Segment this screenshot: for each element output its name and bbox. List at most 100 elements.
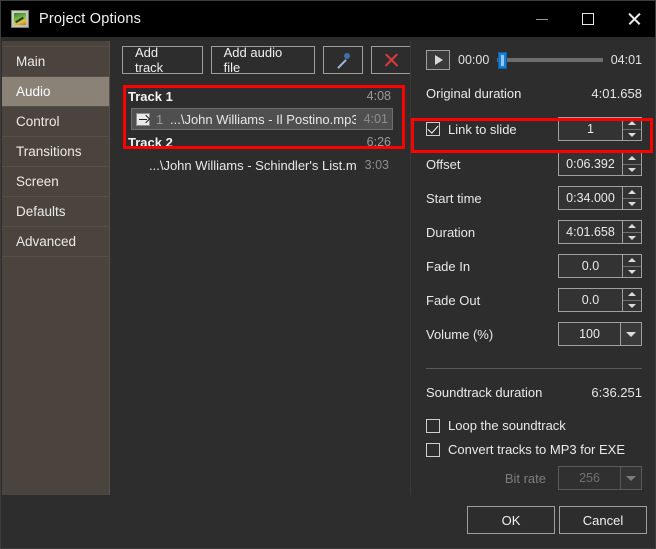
original-duration-value: 4:01.658 [591,86,642,101]
track-duration: 4:08 [366,89,391,103]
caret-up-icon [628,190,636,195]
track-item-row[interactable]: 1 ...\John Williams - Il Postino.mp3 4:0… [131,108,393,130]
volume-dropdown-button[interactable] [620,322,642,346]
fade-out-input[interactable]: 0.0 [558,288,622,312]
sidebar-item-screen[interactable]: Screen [2,167,109,197]
track-name: Track 1 [128,88,173,104]
fade-out-label: Fade Out [426,292,481,308]
sidebar-item-advanced[interactable]: Advanced [2,227,109,257]
app-icon [11,10,29,28]
ok-label: OK [501,512,521,528]
stepper-down-button[interactable] [623,165,641,176]
close-button[interactable] [611,1,655,37]
stepper-buttons[interactable] [622,152,642,176]
caret-up-icon [628,121,636,126]
offset-input[interactable]: 0:06.392 [558,152,622,176]
close-icon [627,12,641,26]
tracks-toolbar: Add track Add audio file [122,45,411,75]
voice-over-button[interactable] [323,46,363,74]
original-duration-label: Original duration [426,86,522,101]
bit-rate-value: 256 [558,466,620,490]
track-group-header[interactable]: Track 2 6:26 [122,131,399,153]
convert-tracks-checkbox[interactable] [426,442,440,457]
track-group-header[interactable]: Track 1 4:08 [122,85,399,107]
stepper-up-button[interactable] [623,153,641,165]
sidebar-item-audio[interactable]: Audio [2,77,109,107]
duration-input[interactable]: 4:01.658 [558,220,622,244]
dialog-footer: OK Cancel [2,495,655,547]
volume-combobox[interactable]: 100 [558,322,642,346]
project-options-dialog: Project Options Main Audio Control Trans… [0,0,656,549]
stepper-down-button[interactable] [623,267,641,278]
fade-in-stepper[interactable]: 0.0 [558,254,642,278]
caret-down-icon [628,167,636,172]
stepper-buttons[interactable] [622,186,642,210]
start-time-label: Start time [426,190,482,206]
caret-up-icon [628,156,636,161]
seek-slider[interactable] [497,52,603,69]
window-controls [519,1,655,37]
sidebar-item-transitions[interactable]: Transitions [2,137,109,167]
stepper-buttons[interactable] [622,254,642,278]
offset-stepper[interactable]: 0:06.392 [558,152,642,176]
caret-down-icon [628,269,636,274]
loop-soundtrack-row[interactable]: Loop the soundtrack [426,418,642,433]
fade-out-stepper[interactable]: 0.0 [558,288,642,312]
stepper-buttons[interactable] [622,220,642,244]
stepper-up-button[interactable] [623,118,641,130]
stepper-up-button[interactable] [623,187,641,199]
sidebar: Main Audio Control Transitions Screen De… [2,41,110,496]
volume-value[interactable]: 100 [558,322,620,346]
loop-soundtrack-checkbox[interactable] [426,418,440,433]
bit-rate-dropdown-button [620,466,642,490]
stepper-buttons[interactable] [622,117,642,141]
maximize-button[interactable] [565,1,611,37]
sidebar-item-main[interactable]: Main [2,47,109,77]
minimize-button[interactable] [519,1,565,37]
stepper-down-button[interactable] [623,199,641,210]
offset-label: Offset [426,156,461,172]
convert-tracks-label: Convert tracks to MP3 for EXE [448,442,626,457]
seek-thumb[interactable] [498,52,508,69]
start-time-stepper[interactable]: 0:34.000 [558,186,642,210]
fade-in-input[interactable]: 0.0 [558,254,622,278]
duration-stepper[interactable]: 4:01.658 [558,220,642,244]
add-audio-file-button[interactable]: Add audio file [210,45,315,75]
link-to-slide-stepper[interactable]: 1 [558,117,642,141]
track-item-row[interactable]: ...\John Williams - Schindler's List.mp3… [131,154,393,176]
bit-rate-combobox: 256 [558,466,642,490]
stepper-buttons[interactable] [622,288,642,312]
soundtrack-duration-value: 6:36.251 [591,385,642,400]
chevron-down-icon [626,331,636,337]
chevron-down-icon [626,475,636,481]
link-to-slide-checkbox[interactable] [426,122,440,136]
link-to-slide-input[interactable]: 1 [558,117,622,141]
sidebar-item-defaults[interactable]: Defaults [2,197,109,227]
link-to-slide-label: Link to slide [448,121,517,137]
convert-tracks-row[interactable]: Convert tracks to MP3 for EXE [426,442,642,457]
stepper-up-button[interactable] [623,255,641,267]
audio-player: 00:00 04:01 [426,50,642,70]
play-button[interactable] [426,50,450,70]
duration-row: Duration 4:01.658 [426,220,642,244]
wand-icon [335,52,351,68]
track-list[interactable]: Track 1 4:08 1 ...\John Williams - Il Po… [122,85,399,493]
link-to-slide-checkbox-label[interactable]: Link to slide [426,122,517,137]
cancel-label: Cancel [582,512,624,528]
stepper-down-button[interactable] [623,301,641,312]
ok-button[interactable]: OK [467,506,555,534]
minimize-icon [536,18,548,20]
cancel-button[interactable]: Cancel [559,506,647,534]
track-item-number: 1 [156,111,164,127]
pane-divider [410,41,411,496]
start-time-input[interactable]: 0:34.000 [558,186,622,210]
sidebar-item-control[interactable]: Control [2,107,109,137]
stepper-up-button[interactable] [623,221,641,233]
stepper-down-button[interactable] [623,130,641,141]
remove-track-button[interactable] [371,46,411,74]
caret-down-icon [628,235,636,240]
add-track-button[interactable]: Add track [122,45,203,75]
stepper-down-button[interactable] [623,233,641,244]
stepper-up-button[interactable] [623,289,641,301]
caret-up-icon [628,224,636,229]
